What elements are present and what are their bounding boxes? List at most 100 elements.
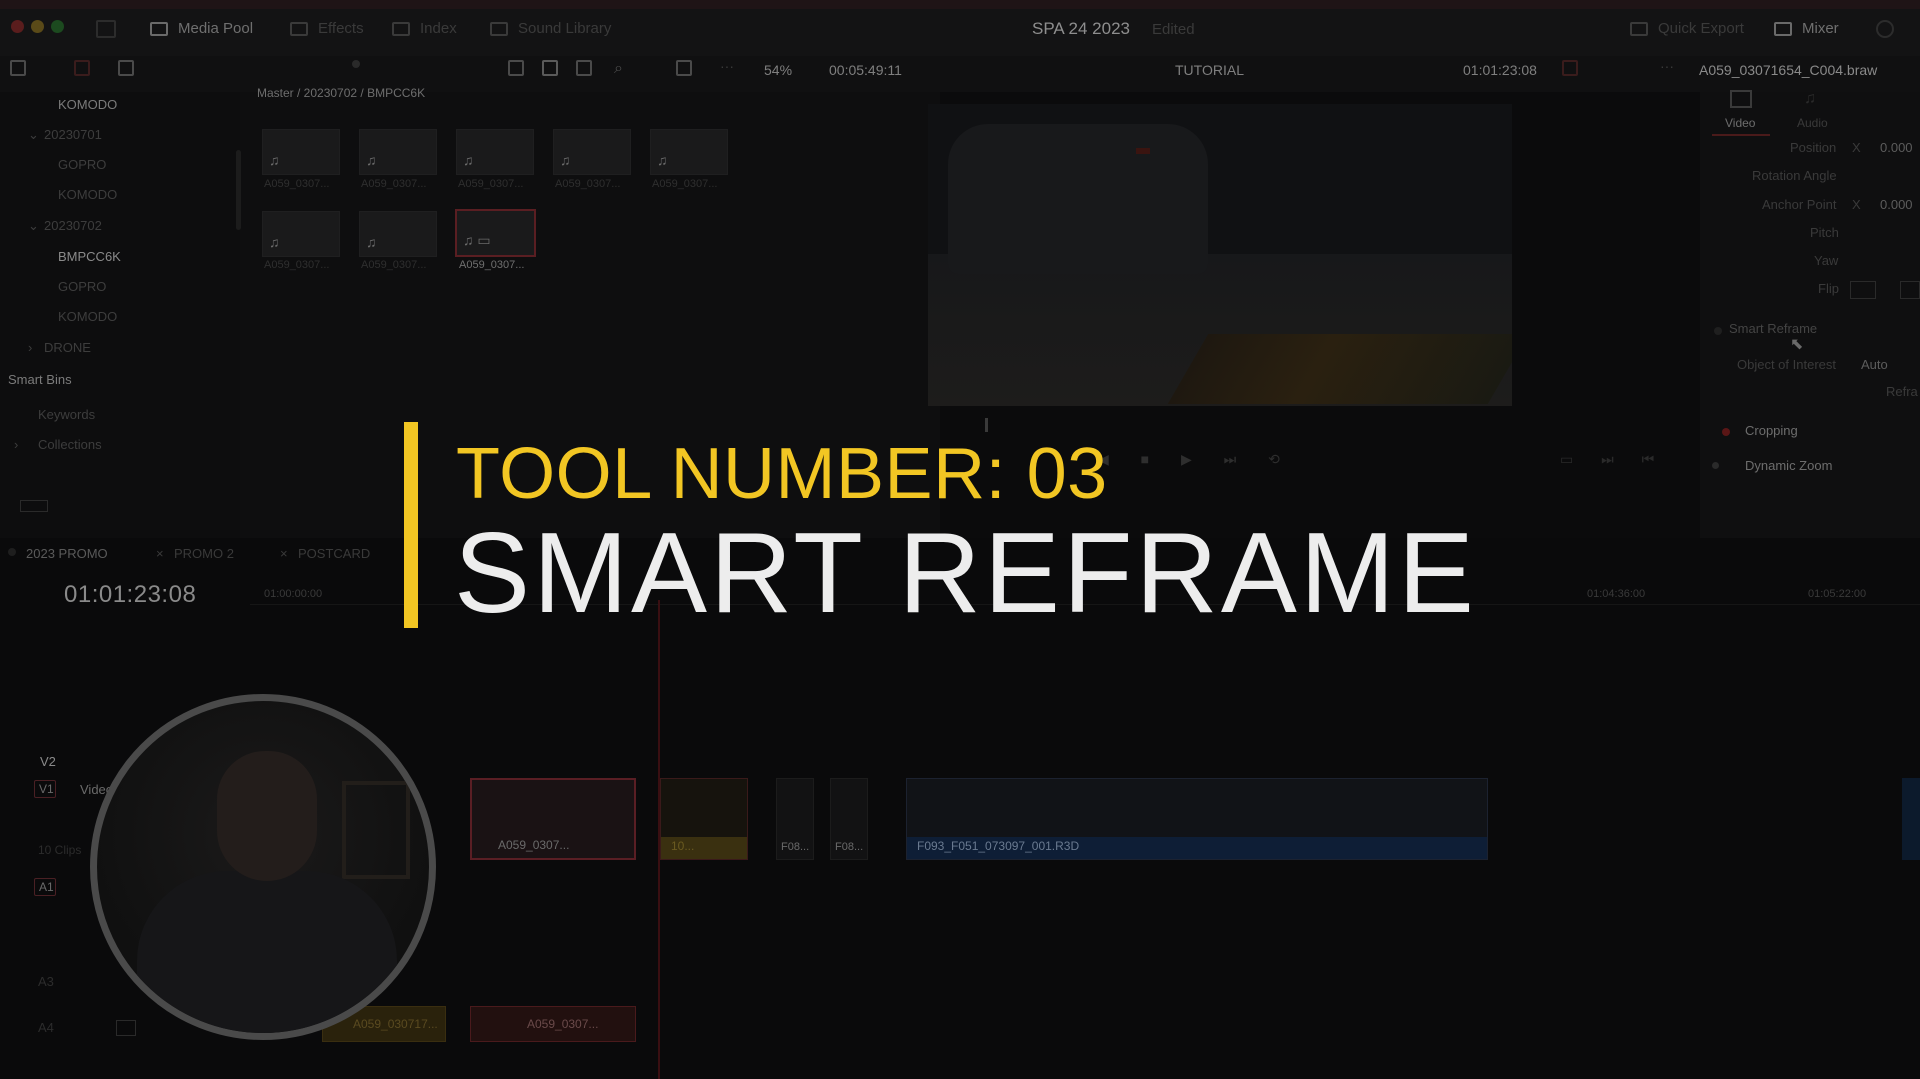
audio-note-icon: ♫: [463, 152, 474, 168]
track-monitor-icon[interactable]: [116, 1020, 136, 1036]
bin-item[interactable]: GOPRO: [58, 279, 106, 294]
track-a1-button[interactable]: A1: [34, 878, 56, 896]
timeline-clip[interactable]: F08...: [776, 778, 814, 860]
video-tab-icon[interactable]: [1730, 90, 1752, 108]
timeline-clip[interactable]: F093_F051_073097_001.R3D: [906, 778, 1488, 860]
cropping-toggle[interactable]: [1722, 428, 1730, 436]
bin-item[interactable]: DRONE: [44, 340, 91, 355]
clip-thumbnail[interactable]: ♫: [262, 129, 340, 175]
viewer-mode-icon[interactable]: [1562, 60, 1578, 76]
clip-thumbnail[interactable]: ♫: [553, 129, 631, 175]
transport-controls[interactable]: ◀ ■ ▶ ⏭ ⟲: [1098, 451, 1294, 468]
timeline-tab-close-icon[interactable]: [8, 548, 16, 556]
chevron-right-icon[interactable]: ›: [14, 437, 18, 452]
bin-item[interactable]: KOMODO: [58, 187, 117, 202]
smart-bins-header[interactable]: Smart Bins: [8, 372, 72, 387]
dynamic-zoom-label[interactable]: Dynamic Zoom: [1745, 458, 1832, 473]
chevron-down-icon[interactable]: ⌄: [28, 127, 39, 143]
position-x-field[interactable]: 0.000: [1880, 140, 1913, 155]
clip-label: A059_0307...: [264, 259, 330, 271]
bin-panel-toggle-icon[interactable]: [20, 500, 48, 512]
bin-item[interactable]: 20230702: [44, 218, 102, 233]
flip-label: Flip: [1818, 281, 1839, 296]
cropping-label[interactable]: Cropping: [1745, 423, 1798, 438]
bin-item[interactable]: KOMODO: [58, 309, 117, 324]
zoom-level[interactable]: 54%: [764, 62, 792, 78]
viewer-nav-icons[interactable]: ▭ ⏭ ⏮: [1560, 451, 1666, 468]
bin-list-panel: [0, 92, 240, 538]
list-view-icon[interactable]: [576, 60, 592, 76]
bin-item[interactable]: KOMODO: [58, 97, 117, 112]
flip-horizontal-button[interactable]: [1850, 281, 1876, 299]
track-clip-count: 10 Clips: [38, 843, 82, 857]
minimize-window-button[interactable]: [31, 20, 44, 33]
clip-thumbnail[interactable]: ♫: [456, 129, 534, 175]
bin-scrollbar[interactable]: [236, 150, 241, 230]
metadata-view-icon[interactable]: [508, 60, 524, 76]
audio-clip[interactable]: A059_0307...: [470, 1006, 636, 1042]
rotation-angle-label: Rotation Angle: [1752, 168, 1837, 183]
timeline-clip[interactable]: 10...: [660, 778, 748, 860]
video-viewer[interactable]: [928, 104, 1512, 406]
timeline-tab[interactable]: 2023 PROMO: [26, 546, 108, 561]
audio-tab-icon[interactable]: ♫: [1804, 90, 1816, 108]
media-pool-button[interactable]: Media Pool: [150, 20, 253, 37]
timeline-name-dropdown[interactable]: TUTORIAL: [1175, 62, 1244, 78]
anchor-x-field[interactable]: 0.000: [1880, 197, 1913, 212]
tab-video[interactable]: Video: [1725, 116, 1755, 130]
timeline-clip[interactable]: F08...: [830, 778, 868, 860]
grid-view-icon[interactable]: [542, 60, 558, 76]
search-icon[interactable]: ⌕: [614, 60, 623, 78]
settings-icon[interactable]: [1876, 20, 1894, 38]
effects-button[interactable]: Effects: [290, 20, 364, 37]
index-button[interactable]: Index: [392, 20, 457, 37]
smart-bin-collections[interactable]: Collections: [38, 437, 102, 452]
bin-item[interactable]: 20230701: [44, 127, 102, 142]
tab-audio[interactable]: Audio: [1797, 116, 1828, 130]
object-of-interest-dropdown[interactable]: Auto: [1861, 357, 1888, 372]
clip-thumbnail[interactable]: ♫: [359, 211, 437, 257]
bin-item[interactable]: GOPRO: [58, 157, 106, 172]
clip-label: A059_0307...: [361, 259, 427, 271]
chevron-down-icon[interactable]: ⌄: [28, 218, 39, 234]
timeline-tab[interactable]: PROMO 2: [174, 546, 234, 561]
object-of-interest-label: Object of Interest: [1737, 357, 1836, 372]
clip-thumbnail[interactable]: ♫: [262, 211, 340, 257]
bin-list-icon[interactable]: [118, 60, 134, 76]
ruler-tick-label: 01:04:36:00: [1587, 588, 1646, 600]
track-v1-button[interactable]: V1: [34, 780, 56, 798]
slider-dot-icon[interactable]: [352, 60, 360, 68]
more-options-icon[interactable]: ···: [720, 58, 734, 74]
zoom-window-button[interactable]: [51, 20, 64, 33]
reframe-button[interactable]: Refra: [1886, 384, 1918, 399]
smart-reframe-toggle[interactable]: [1714, 327, 1722, 335]
bin-view-icon[interactable]: [74, 60, 90, 76]
audio-note-icon: ♫: [366, 234, 377, 250]
timeline-clip[interactable]: A059_0307...: [470, 778, 636, 860]
timeline-tab[interactable]: POSTCARD: [298, 546, 370, 561]
dynamic-zoom-toggle[interactable]: [1712, 462, 1719, 469]
panel-toggle-icon[interactable]: [96, 20, 116, 38]
clip-thumbnail-selected[interactable]: ♫ ▭: [455, 209, 536, 257]
media-pool-icon: [150, 21, 168, 36]
timeline-tab-close-icon[interactable]: ×: [280, 546, 288, 561]
sound-library-button[interactable]: Sound Library: [490, 20, 611, 37]
close-window-button[interactable]: [11, 20, 24, 33]
timeline-tab-close-icon[interactable]: ×: [156, 546, 164, 561]
flip-vertical-button[interactable]: [1900, 281, 1920, 299]
chevron-right-icon[interactable]: ›: [28, 340, 32, 355]
sidebar-toggle-icon[interactable]: [10, 60, 26, 76]
timeline-clip[interactable]: [1902, 778, 1920, 860]
smart-bin-keywords[interactable]: Keywords: [38, 407, 95, 422]
clip-thumbnail[interactable]: ♫: [650, 129, 728, 175]
clip-label: A059_0307...: [458, 178, 524, 190]
bin-item-selected[interactable]: BMPCC6K: [58, 249, 121, 264]
quick-export-button[interactable]: Quick Export: [1630, 20, 1744, 37]
audio-note-icon: ♫: [269, 152, 280, 168]
viewer-more-icon[interactable]: ···: [1660, 58, 1674, 74]
viewer-scrubber-handle[interactable]: [985, 418, 988, 432]
mixer-button[interactable]: Mixer: [1774, 20, 1839, 37]
sort-icon[interactable]: [676, 60, 692, 76]
smart-reframe-label[interactable]: Smart Reframe: [1729, 321, 1817, 336]
clip-thumbnail[interactable]: ♫: [359, 129, 437, 175]
